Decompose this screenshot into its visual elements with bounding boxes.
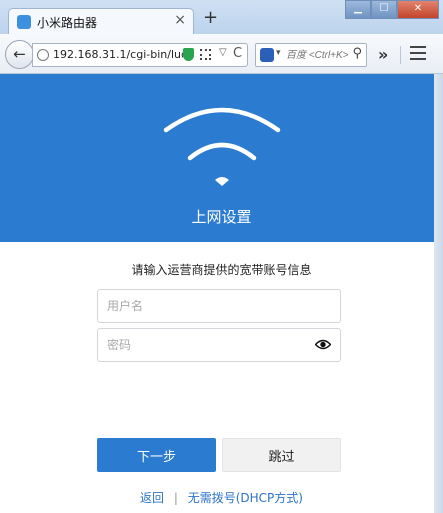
next-step-button[interactable]: 下一步 <box>97 438 216 472</box>
qr-code-icon[interactable] <box>200 49 211 60</box>
toolbar-divider <box>400 46 401 64</box>
menu-icon[interactable] <box>410 46 426 60</box>
tab-close-icon[interactable]: × <box>174 12 186 28</box>
window-close-button[interactable]: ✕ <box>397 0 439 19</box>
search-box[interactable]: ▾ ⚲ <box>255 43 367 67</box>
minimize-button[interactable]: ▁ <box>345 0 371 19</box>
password-input[interactable] <box>107 336 307 354</box>
wifi-icon <box>163 107 281 186</box>
window-right-border <box>434 74 443 513</box>
page-header: 上网设置 <box>0 74 443 242</box>
browser-nav-bar: ← 192.168.31.1/cgi-bin/luc ▽ C ▾ ⚲ » <box>0 34 443 74</box>
address-bar[interactable]: 192.168.31.1/cgi-bin/luc ▽ C <box>32 43 248 67</box>
browser-tab[interactable]: 小米路由器 × <box>8 8 194 35</box>
skip-button[interactable]: 跳过 <box>222 438 341 472</box>
search-icon[interactable]: ⚲ <box>352 46 362 61</box>
username-input[interactable] <box>107 297 307 315</box>
new-tab-button[interactable]: + <box>203 9 218 27</box>
username-field[interactable] <box>97 289 341 323</box>
globe-icon <box>37 49 49 61</box>
shield-icon[interactable] <box>183 48 194 61</box>
search-engine-icon[interactable] <box>260 48 274 62</box>
back-button[interactable]: ← <box>5 40 34 69</box>
eye-icon[interactable] <box>315 339 331 350</box>
url-dropdown-icon[interactable]: ▽ <box>219 47 227 58</box>
browser-tab-strip: 小米路由器 × + ▁ ☐ ✕ <box>0 0 443 35</box>
instruction-text: 请输入运营商提供的宽带账号信息 <box>131 263 312 277</box>
dhcp-link[interactable]: 无需拨号(DHCP方式) <box>188 491 303 505</box>
maximize-button[interactable]: ☐ <box>371 0 397 19</box>
link-separator: | <box>173 491 178 505</box>
password-field[interactable] <box>97 328 341 362</box>
back-link[interactable]: 返回 <box>140 491 164 505</box>
footer-links: 返回 | 无需拨号(DHCP方式) <box>0 489 443 506</box>
search-input[interactable] <box>286 47 350 64</box>
tab-title: 小米路由器 <box>37 16 98 30</box>
window-controls: ▁ ☐ ✕ <box>345 0 439 19</box>
reload-icon[interactable]: C <box>233 46 242 61</box>
page-title: 上网设置 <box>191 208 252 226</box>
toolbar-overflow-icon[interactable]: » <box>378 45 388 64</box>
router-favicon-icon <box>17 15 31 29</box>
search-engine-dropdown-icon[interactable]: ▾ <box>276 48 281 58</box>
url-text[interactable]: 192.168.31.1/cgi-bin/luc <box>53 48 183 61</box>
